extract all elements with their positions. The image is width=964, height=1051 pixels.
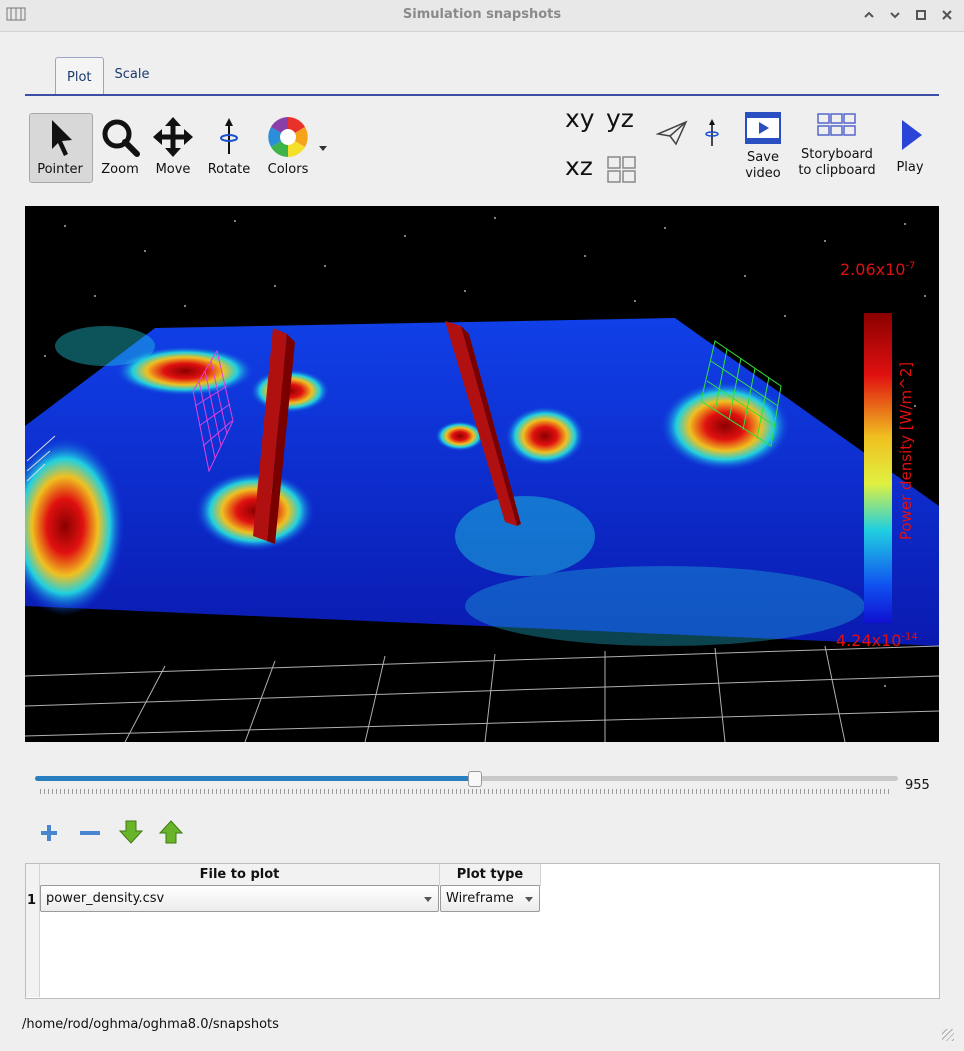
rotate-icon [220, 118, 238, 154]
file-select[interactable]: power_density.csv [40, 885, 439, 912]
window-maximize-button[interactable] [914, 8, 928, 22]
status-path: /home/rod/oghma/oghma8.0/snapshots [22, 1017, 279, 1032]
3d-plot-view[interactable] [25, 206, 939, 742]
plot-type-value: Wireframe [446, 891, 514, 906]
plot-type-select[interactable]: Wireframe [440, 885, 540, 912]
move-label: Move [155, 162, 191, 177]
window-minimize-button[interactable] [888, 8, 902, 22]
colorbar-max-label: 2.06x10-7 [840, 260, 916, 279]
move-button[interactable]: Move [150, 116, 196, 177]
storyboard-label: Storyboard to clipboard [798, 147, 876, 178]
colors-label: Colors [267, 162, 309, 177]
slider-ticks [40, 789, 892, 794]
play-icon [902, 120, 922, 150]
storyboard-button[interactable]: Storyboard to clipboard [796, 112, 878, 179]
tab-plot[interactable]: Plot [55, 57, 104, 95]
add-row-icon[interactable] [38, 822, 60, 844]
frame-slider[interactable] [35, 771, 898, 787]
column-header-file[interactable]: File to plot [40, 864, 440, 886]
tab-scale[interactable]: Scale [104, 57, 161, 93]
slider-value: 955 [905, 778, 930, 793]
move-icon [153, 117, 193, 157]
four-views-icon[interactable] [607, 156, 637, 184]
tab-divider [25, 94, 939, 96]
slider-fill [35, 776, 475, 781]
window-title: Simulation snapshots [402, 7, 562, 22]
colors-button[interactable]: Colors [262, 116, 314, 177]
zoom-icon [102, 119, 140, 157]
view-xz-button[interactable]: xz [565, 152, 593, 181]
rotate-axis-icon[interactable] [702, 118, 722, 148]
window-collapse-button[interactable] [862, 8, 876, 22]
file-table: File to plot Plot type 1 power_density.c… [25, 863, 940, 999]
pointer-label: Pointer [37, 162, 83, 177]
remove-row-icon[interactable] [78, 822, 102, 844]
title-bar: Simulation snapshots [0, 0, 964, 32]
zoom-button[interactable]: Zoom [96, 116, 144, 177]
film-icon [745, 112, 781, 144]
colorbar-axis-label: Power density [W/m^2] [897, 361, 915, 541]
window-close-button[interactable] [940, 8, 954, 22]
column-header-plot-type[interactable]: Plot type [440, 864, 541, 886]
chevron-down-icon [525, 897, 533, 902]
rotate-label: Rotate [207, 162, 251, 177]
color-wheel-icon [268, 117, 308, 157]
paper-plane-icon[interactable] [656, 120, 688, 146]
view-yz-button[interactable]: yz [606, 104, 634, 133]
chevron-down-icon [424, 897, 432, 902]
colorbar-min-label: 4.24x10-14 [836, 631, 918, 650]
table-corner [26, 864, 40, 886]
floor-grid [25, 645, 939, 742]
move-down-icon[interactable] [118, 819, 144, 845]
pointer-icon [52, 120, 72, 156]
play-button[interactable]: Play [888, 118, 932, 175]
storyboard-icon [817, 113, 856, 136]
colorbar [864, 313, 892, 623]
rotate-button[interactable]: Rotate [204, 116, 254, 177]
row-index[interactable]: 1 [27, 893, 36, 908]
pointer-tool[interactable]: Pointer [29, 116, 91, 177]
save-video-label: Save video [745, 150, 781, 181]
file-select-value: power_density.csv [46, 891, 165, 906]
colors-dropdown-arrow-icon[interactable] [318, 144, 328, 152]
slider-handle[interactable] [468, 771, 483, 787]
move-up-icon[interactable] [158, 819, 184, 845]
save-video-button[interactable]: Save video [740, 112, 786, 182]
tab-bar: Plot Scale [55, 57, 161, 95]
view-xy-button[interactable]: xy [565, 104, 595, 133]
power-density-plot [25, 217, 939, 742]
resize-grip[interactable] [942, 1029, 954, 1041]
play-label: Play [896, 160, 924, 175]
zoom-label: Zoom [101, 162, 139, 177]
